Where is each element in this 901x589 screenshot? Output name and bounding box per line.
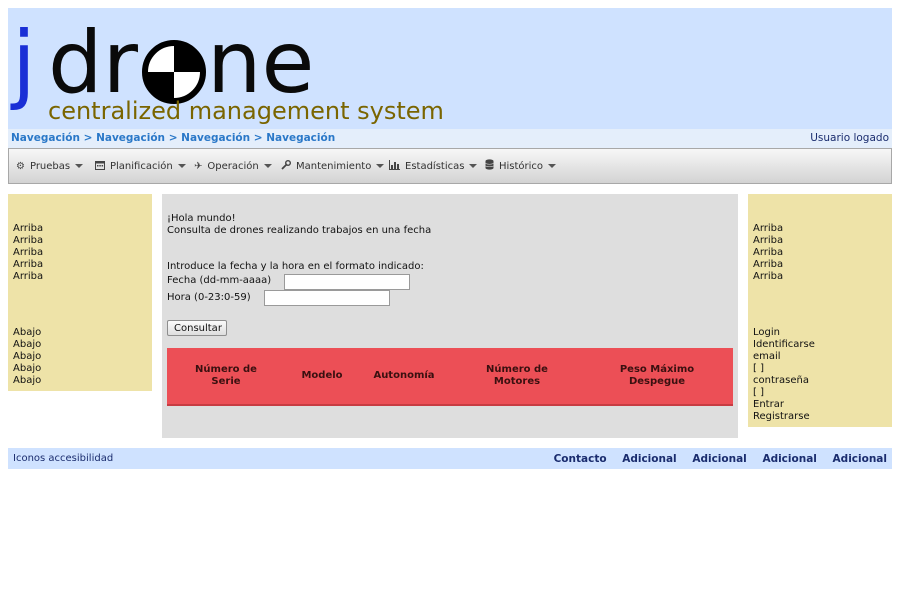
login-button[interactable]: Entrar bbox=[753, 399, 892, 411]
database-icon bbox=[485, 159, 494, 173]
breadcrumb: Navegación > Navegación > Navegación > N… bbox=[11, 132, 335, 144]
footer-link-additional[interactable]: Adicional bbox=[833, 453, 887, 465]
menu-label: Estadísticas bbox=[405, 160, 465, 172]
footer-link-additional[interactable]: Adicional bbox=[622, 453, 676, 465]
left-top-box: Arriba Arriba Arriba Arriba Arriba bbox=[8, 194, 152, 305]
menu-label: Planificación bbox=[110, 160, 173, 172]
list-item: Abajo bbox=[13, 351, 42, 362]
breadcrumb-separator: > bbox=[83, 132, 93, 144]
list-item: Arriba bbox=[13, 271, 44, 282]
logo-subtitle: centralized management system bbox=[48, 97, 444, 125]
hour-label: Hora (0-23:0-59) bbox=[167, 292, 251, 303]
left-bottom-box: Abajo Abajo Abajo Abajo Abajo bbox=[8, 298, 152, 391]
list-item: Abajo bbox=[13, 339, 42, 350]
right-top-box: Arriba Arriba Arriba Arriba Arriba bbox=[748, 194, 892, 305]
site-footer: Iconos accesibilidad Contacto Adicional … bbox=[8, 448, 892, 469]
breadcrumb-separator: > bbox=[253, 132, 263, 144]
bar-chart-icon bbox=[389, 159, 400, 173]
site-header: j dr ne centralized management system bbox=[8, 8, 892, 129]
password-field[interactable]: [ ] bbox=[753, 387, 892, 399]
chevron-down-icon bbox=[469, 164, 478, 168]
plane-icon: ✈ bbox=[194, 160, 203, 172]
form-instruction: Introduce la fecha y la hora en el forma… bbox=[167, 261, 424, 272]
greeting-text: ¡Hola mundo! bbox=[167, 213, 236, 224]
consultar-button[interactable]: Consultar bbox=[167, 320, 227, 336]
menu-label: Mantenimiento bbox=[296, 160, 372, 172]
hour-input[interactable] bbox=[264, 290, 390, 306]
date-input[interactable] bbox=[284, 274, 410, 290]
accessibility-icons-label: Iconos accesibilidad bbox=[13, 453, 114, 464]
list-item: Arriba bbox=[13, 247, 44, 258]
menu-label: Operación bbox=[207, 160, 259, 172]
list-item: Arriba bbox=[753, 235, 784, 246]
menu-mantenimiento[interactable]: Mantenimiento bbox=[281, 149, 385, 183]
list-item: Arriba bbox=[753, 247, 784, 258]
list-item: Abajo bbox=[13, 327, 42, 338]
breadcrumb-bar: Navegación > Navegación > Navegación > N… bbox=[8, 129, 892, 148]
menu-label: Pruebas bbox=[29, 160, 71, 172]
breadcrumb-item[interactable]: Navegación bbox=[181, 132, 250, 144]
page-description: Consulta de drones realizando trabajos e… bbox=[167, 225, 432, 236]
footer-link-contact[interactable]: Contacto bbox=[554, 453, 607, 465]
calendar-icon bbox=[95, 160, 105, 173]
list-item: Abajo bbox=[13, 375, 42, 386]
list-item: Abajo bbox=[13, 363, 42, 374]
chevron-down-icon bbox=[177, 164, 186, 168]
wrench-icon bbox=[281, 159, 291, 173]
chevron-down-icon bbox=[376, 164, 385, 168]
footer-link-additional[interactable]: Adicional bbox=[762, 453, 816, 465]
main-content: ¡Hola mundo! Consulta de drones realizan… bbox=[162, 194, 738, 438]
register-link[interactable]: Registrarse bbox=[753, 411, 892, 423]
identify-label: Identificarse bbox=[753, 339, 815, 350]
menu-estadisticas[interactable]: Estadísticas bbox=[389, 149, 478, 183]
breadcrumb-item[interactable]: Navegación bbox=[266, 132, 335, 144]
results-table-header: Número de Serie Modelo Autonomía Número … bbox=[167, 348, 733, 406]
breadcrumb-item[interactable]: Navegación bbox=[96, 132, 165, 144]
logo-drone-target-icon bbox=[142, 40, 206, 104]
email-field[interactable]: [ ] bbox=[753, 363, 892, 375]
jdrone-logo: j dr ne centralized management system bbox=[10, 13, 444, 125]
menu-planificacion[interactable]: Planificación bbox=[95, 149, 186, 183]
menu-pruebas[interactable]: ⚙ Pruebas bbox=[16, 149, 84, 183]
column-header-serial: Número de Serie bbox=[195, 364, 257, 387]
list-item: Arriba bbox=[13, 259, 44, 270]
gear-icon: ⚙ bbox=[16, 160, 25, 172]
login-title: Login bbox=[753, 327, 780, 338]
list-item: Arriba bbox=[13, 223, 44, 234]
column-header-max-weight: Peso Máximo Despegue bbox=[619, 364, 695, 387]
menu-historico[interactable]: Histórico bbox=[485, 149, 557, 183]
breadcrumb-item[interactable]: Navegación bbox=[11, 132, 80, 144]
footer-link-additional[interactable]: Adicional bbox=[692, 453, 746, 465]
list-item: Arriba bbox=[753, 223, 784, 234]
menu-operacion[interactable]: ✈ Operación bbox=[194, 149, 272, 183]
breadcrumb-separator: > bbox=[168, 132, 178, 144]
list-item: Arriba bbox=[753, 259, 784, 270]
list-item: Arriba bbox=[753, 271, 784, 282]
column-header-model: Modelo bbox=[301, 370, 343, 381]
chevron-down-icon bbox=[75, 164, 84, 168]
email-label: email bbox=[753, 351, 781, 362]
column-header-autonomy: Autonomía bbox=[373, 370, 435, 381]
main-menu-bar: ⚙ Pruebas Planificación ✈ Operación Mant… bbox=[8, 148, 892, 184]
column-header-motors: Número de Motores bbox=[486, 364, 548, 387]
list-item: Arriba bbox=[13, 235, 44, 246]
password-label: contraseña bbox=[753, 375, 809, 386]
logo-letter-j: j bbox=[10, 13, 36, 113]
login-box: Login Identificarse email [ ] contraseña… bbox=[748, 298, 892, 427]
menu-label: Histórico bbox=[499, 160, 544, 172]
logged-user-label[interactable]: Usuario logado bbox=[810, 132, 889, 144]
chevron-down-icon bbox=[548, 164, 557, 168]
date-label: Fecha (dd-mm-aaaa) bbox=[167, 275, 272, 286]
footer-links: Contacto Adicional Adicional Adicional A… bbox=[542, 453, 887, 465]
chevron-down-icon bbox=[263, 164, 272, 168]
